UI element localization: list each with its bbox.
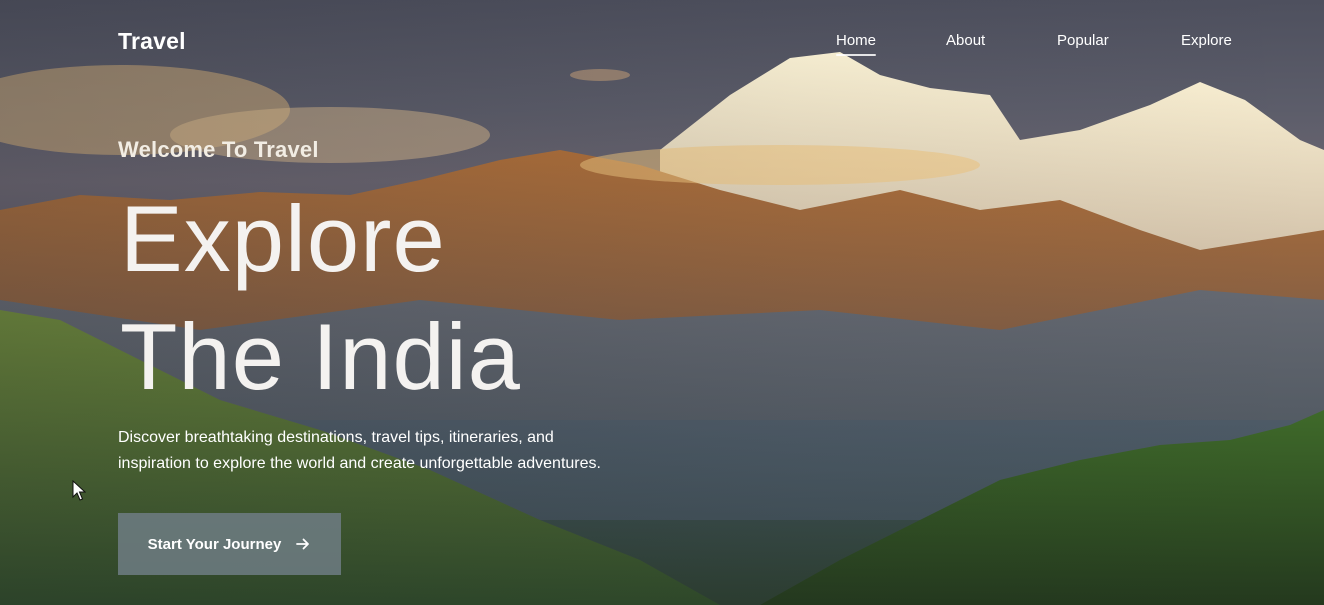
nav-popular-link[interactable]: Popular: [1057, 31, 1109, 51]
mouse-cursor-icon: [72, 480, 86, 501]
description-line-1: Discover breathtaking destinations, trav…: [118, 429, 554, 446]
hero-headline: Explore The India: [120, 180, 521, 416]
arrow-right-icon: [296, 538, 310, 550]
hero-description: Discover breathtaking destinations, trav…: [118, 425, 688, 477]
nav-home-link[interactable]: Home: [836, 31, 877, 56]
description-line-2: inspiration to explore the world and cre…: [118, 455, 601, 472]
nav-about-link[interactable]: About: [946, 31, 985, 51]
start-journey-button[interactable]: Start Your Journey: [118, 513, 341, 575]
main-navigation: Home About Popular Explore: [0, 31, 1324, 56]
headline-line-2: The India: [120, 304, 521, 409]
hero-section: Travel Home About Popular Explore Welcom…: [0, 0, 1324, 605]
start-journey-label: Start Your Journey: [147, 535, 282, 553]
welcome-subtitle: Welcome To Travel: [118, 137, 319, 162]
headline-line-1: Explore: [120, 186, 446, 291]
nav-explore-link[interactable]: Explore: [1181, 31, 1232, 51]
